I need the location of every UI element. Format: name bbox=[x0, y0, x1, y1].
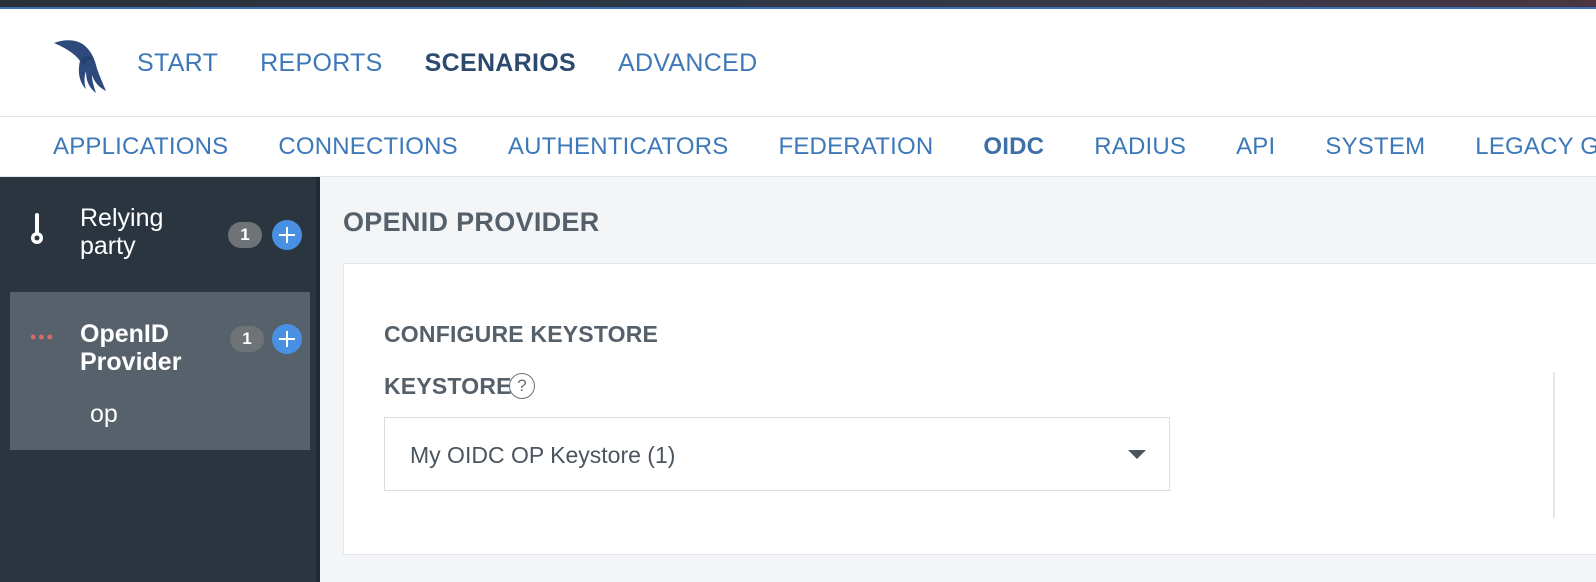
add-openid-provider-button[interactable] bbox=[272, 324, 302, 354]
add-relying-party-button[interactable] bbox=[272, 220, 302, 250]
keystore-label: KEYSTORE bbox=[384, 373, 512, 399]
keystore-select[interactable]: My OIDC OP Keystore (1) bbox=[384, 417, 1170, 491]
sidebar-item-relying-party[interactable]: Relying party 1 bbox=[0, 177, 316, 289]
tab-legacy-guides[interactable]: LEGACY GUIDES bbox=[1475, 133, 1596, 161]
nav-reports[interactable]: REPORTS bbox=[260, 49, 383, 78]
tab-radius[interactable]: RADIUS bbox=[1094, 133, 1186, 161]
divider bbox=[1553, 372, 1555, 518]
sidebar-subitem-op[interactable]: op bbox=[90, 400, 118, 429]
tab-oidc[interactable]: OIDC bbox=[983, 133, 1044, 161]
nav-scenarios[interactable]: SCENARIOS bbox=[425, 49, 576, 78]
tab-federation[interactable]: FEDERATION bbox=[778, 133, 933, 161]
window-top-strip bbox=[0, 0, 1596, 9]
section-title: CONFIGURE KEYSTORE bbox=[384, 321, 659, 347]
sidebar-item-openid-provider[interactable]: ••• OpenID Provider 1 op bbox=[10, 292, 310, 450]
sidebar: Relying party 1 ••• OpenID Provider 1 op bbox=[0, 177, 320, 582]
tab-system[interactable]: SYSTEM bbox=[1325, 133, 1425, 161]
tab-applications[interactable]: APPLICATIONS bbox=[53, 133, 228, 161]
sidebar-item-label: OpenID Provider bbox=[80, 320, 182, 376]
sub-nav: APPLICATIONS CONNECTIONS AUTHENTICATORS … bbox=[0, 117, 1596, 177]
dots-icon: ••• bbox=[30, 327, 55, 347]
main-nav: START REPORTS SCENARIOS ADVANCED bbox=[137, 9, 799, 117]
key-icon bbox=[31, 213, 43, 244]
nav-advanced[interactable]: ADVANCED bbox=[618, 49, 757, 78]
page-title: OPENID PROVIDER bbox=[343, 207, 600, 237]
count-badge: 1 bbox=[228, 222, 262, 248]
logo-icon[interactable] bbox=[50, 37, 108, 95]
help-icon[interactable]: ? bbox=[509, 373, 535, 399]
tab-connections[interactable]: CONNECTIONS bbox=[278, 133, 458, 161]
app-header: START REPORTS SCENARIOS ADVANCED bbox=[0, 9, 1596, 117]
keystore-select-value: My OIDC OP Keystore (1) bbox=[410, 442, 676, 468]
tab-authenticators[interactable]: AUTHENTICATORS bbox=[508, 133, 729, 161]
sidebar-item-label: Relying party bbox=[80, 204, 164, 260]
keystore-panel: CONFIGURE KEYSTORE KEYSTORE ? My OIDC OP… bbox=[343, 263, 1596, 555]
chevron-down-icon bbox=[1128, 450, 1146, 459]
tab-api[interactable]: API bbox=[1236, 133, 1275, 161]
count-badge: 1 bbox=[230, 326, 264, 352]
nav-start[interactable]: START bbox=[137, 49, 218, 78]
